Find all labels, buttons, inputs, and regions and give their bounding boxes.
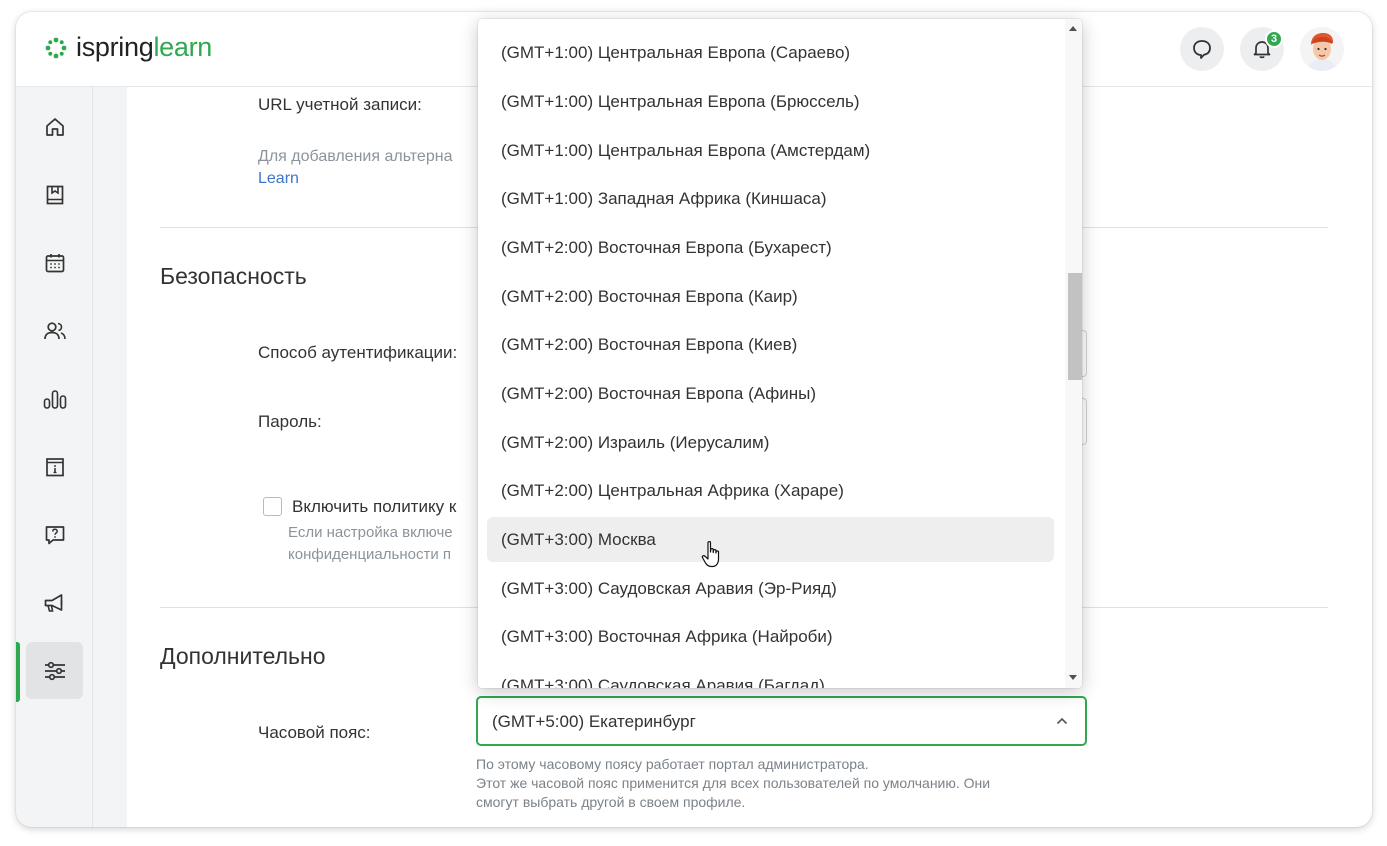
timezone-select-value: (GMT+5:00) Екатеринбург xyxy=(492,712,696,731)
nav-announcements[interactable] xyxy=(26,574,83,631)
privacy-policy-label: Включить политику к xyxy=(292,497,457,516)
auth-method-label: Способ аутентификации: xyxy=(258,343,458,362)
info-archive-icon xyxy=(45,457,64,476)
timezone-option[interactable]: (GMT+1:00) Западная Африка (Киншаса) xyxy=(487,176,1054,221)
left-sidebar xyxy=(16,87,93,827)
timezone-option[interactable]: (GMT+1:00) Центральная Европа (Амстердам… xyxy=(487,128,1054,173)
timezone-hint: По этому часовому поясу работает портал … xyxy=(476,756,991,810)
scroll-down-arrow-icon[interactable] xyxy=(1069,675,1077,680)
nav-library[interactable] xyxy=(26,166,83,223)
nav-calendar[interactable] xyxy=(26,234,83,291)
logo-text: ispringlearn xyxy=(76,32,212,62)
notifications-button[interactable]: 3 xyxy=(1240,27,1284,71)
nav-home[interactable] xyxy=(26,98,83,155)
active-nav-indicator xyxy=(16,642,20,702)
nav-reports[interactable] xyxy=(26,370,83,427)
nav-help[interactable] xyxy=(26,506,83,563)
timezone-dropdown-list: (GMT+1:00) Центральная Европа (Сараево) … xyxy=(478,19,1082,688)
dropdown-scrollbar[interactable] xyxy=(1065,19,1082,688)
additional-section-title: Дополнительно xyxy=(160,643,326,669)
password-select[interactable] xyxy=(1082,398,1087,445)
timezone-option[interactable]: (GMT+2:00) Восточная Европа (Афины) xyxy=(487,371,1054,416)
nav-info[interactable] xyxy=(26,438,83,495)
home-icon xyxy=(45,117,64,136)
privacy-policy-checkbox[interactable] xyxy=(263,497,282,516)
timezone-option[interactable]: (GMT+3:00) Саудовская Аравия (Эр-Рияд) xyxy=(487,566,1054,611)
account-url-label: URL учетной записи: xyxy=(258,95,422,114)
privacy-policy-hint: Если настройка включе конфиденциальности… xyxy=(288,524,453,563)
ispring-logo-icon xyxy=(45,37,67,58)
users-icon xyxy=(43,321,66,339)
learn-link[interactable]: Learn xyxy=(258,168,452,190)
timezone-option[interactable]: (GMT+2:00) Восточная Европа (Киев) xyxy=(487,322,1054,367)
scroll-up-arrow-icon[interactable] xyxy=(1069,26,1077,31)
calendar-icon xyxy=(45,253,64,272)
timezone-label: Часовой пояс: xyxy=(258,723,371,742)
timezone-option[interactable]: (GMT+2:00) Центральная Африка (Хараре) xyxy=(487,468,1054,513)
chat-button[interactable] xyxy=(1180,27,1224,71)
hand-cursor-icon xyxy=(701,541,720,568)
nav-users[interactable] xyxy=(26,302,83,359)
timezone-option[interactable]: (GMT+2:00) Израиль (Иерусалим) xyxy=(487,420,1054,465)
notification-badge: 3 xyxy=(1265,30,1283,48)
timezone-option[interactable]: (GMT+2:00) Восточная Европа (Бухарест) xyxy=(487,225,1054,270)
timezone-option[interactable]: (GMT+2:00) Восточная Европа (Каир) xyxy=(487,274,1054,319)
logo[interactable]: ispringlearn xyxy=(44,32,212,63)
password-label: Пароль: xyxy=(258,412,322,431)
timezone-select[interactable]: (GMT+5:00) Екатеринбург xyxy=(476,696,1087,746)
user-avatar[interactable] xyxy=(1300,27,1344,71)
settings-sliders-icon xyxy=(44,661,65,680)
auth-method-select[interactable] xyxy=(1082,330,1087,377)
question-icon xyxy=(45,525,64,544)
account-hint: Для добавления альтерна Learn xyxy=(258,146,452,190)
timezone-option[interactable]: (GMT+3:00) Восточная Африка (Найроби) xyxy=(487,614,1054,659)
security-section-title: Безопасность xyxy=(160,263,307,289)
scrollbar-thumb[interactable] xyxy=(1068,273,1082,380)
chevron-up-icon xyxy=(1056,717,1068,725)
megaphone-icon xyxy=(44,593,62,612)
chat-icon xyxy=(1193,40,1211,59)
timezone-options: (GMT+1:00) Центральная Европа (Сараево) … xyxy=(478,19,1065,688)
timezone-option[interactable]: (GMT+3:00) Саудовская Аравия (Багдад) xyxy=(487,663,1054,688)
nav-settings[interactable] xyxy=(26,642,83,699)
book-icon xyxy=(46,185,63,204)
reports-icon xyxy=(43,389,66,409)
timezone-option-hovered[interactable]: (GMT+3:00) Москва xyxy=(487,517,1054,562)
timezone-option[interactable]: (GMT+1:00) Центральная Европа (Сараево) xyxy=(487,30,1054,75)
timezone-option[interactable]: (GMT+1:00) Центральная Европа (Брюссель) xyxy=(487,79,1054,124)
